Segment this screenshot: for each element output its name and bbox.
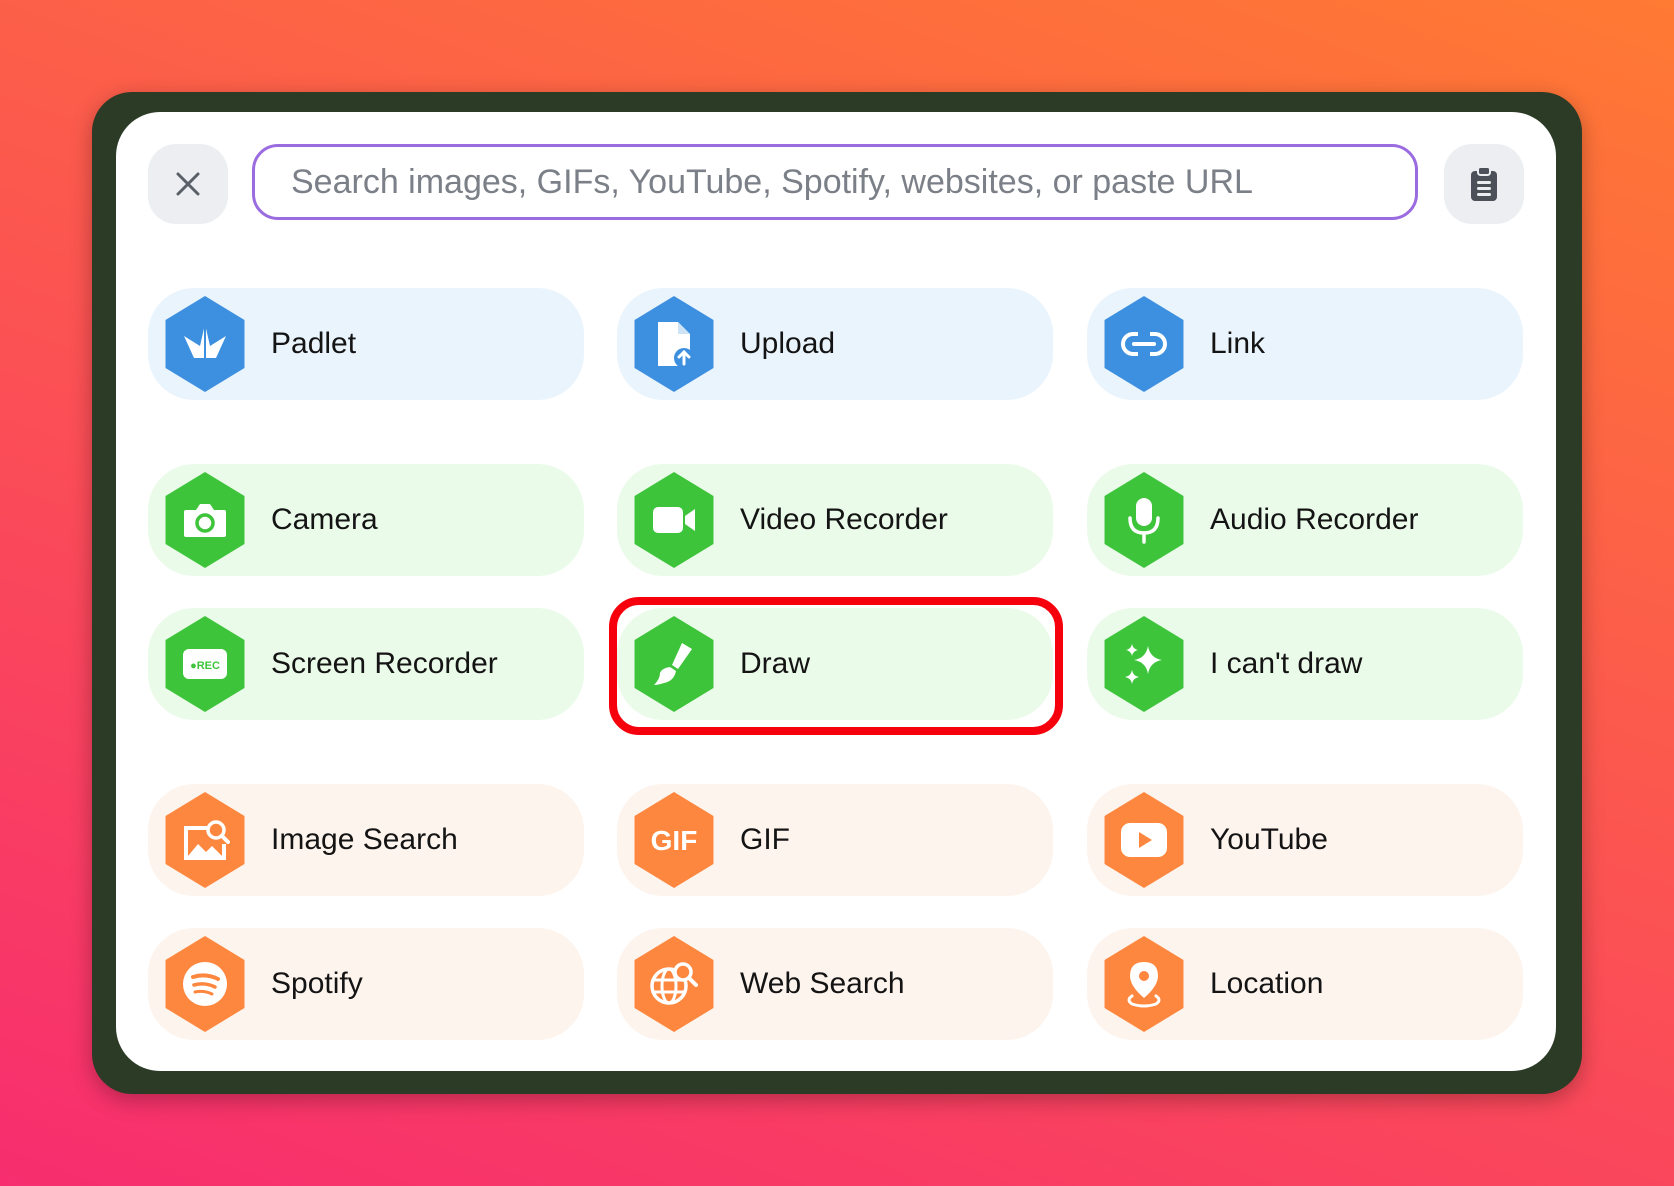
tile-upload[interactable]: Upload — [617, 288, 1053, 400]
tile-label: Screen Recorder — [271, 647, 498, 680]
spotify-icon — [165, 936, 245, 1032]
tile-audio-recorder[interactable]: Audio Recorder — [1087, 464, 1523, 576]
camera-icon — [165, 472, 245, 568]
tile-web-search[interactable]: Web Search — [617, 928, 1053, 1040]
tile-image-search[interactable]: Image Search — [148, 784, 584, 896]
tile-gif[interactable]: GIF GIF — [617, 784, 1053, 896]
video-camera-icon — [634, 472, 714, 568]
web-search-icon — [634, 936, 714, 1032]
tile-label: Spotify — [271, 967, 363, 1000]
tile-label: YouTube — [1210, 823, 1328, 856]
paste-clipboard-button[interactable] — [1444, 144, 1524, 224]
padlet-crane-icon — [165, 296, 245, 392]
tile-label: Draw — [740, 647, 811, 680]
sparkles-icon — [1104, 616, 1184, 712]
tile-spotify[interactable]: Spotify — [148, 928, 584, 1040]
tile-label: Web Search — [740, 967, 905, 1000]
search-field[interactable] — [252, 144, 1418, 220]
svg-text:GIF: GIF — [651, 825, 698, 856]
tile-label: GIF — [740, 823, 790, 856]
tile-label: Camera — [271, 503, 378, 536]
search-input[interactable] — [289, 161, 1381, 203]
svg-text:●REC: ●REC — [190, 660, 220, 672]
link-icon — [1104, 296, 1184, 392]
tile-padlet[interactable]: Padlet — [148, 288, 584, 400]
clipboard-icon — [1469, 166, 1499, 202]
tile-camera[interactable]: Camera — [148, 464, 584, 576]
tile-link[interactable]: Link — [1087, 288, 1523, 400]
tile-label: Location — [1210, 967, 1324, 1000]
tile-video-recorder[interactable]: Video Recorder — [617, 464, 1053, 576]
tile-i-cant-draw[interactable]: I can't draw — [1087, 608, 1523, 720]
tile-label: Audio Recorder — [1210, 503, 1419, 536]
close-icon — [173, 169, 203, 199]
close-button[interactable] — [148, 144, 228, 224]
tile-label: Link — [1210, 327, 1266, 360]
tile-screen-recorder[interactable]: ●REC Screen Recorder — [148, 608, 584, 720]
tile-label: Video Recorder — [740, 503, 948, 536]
tile-location[interactable]: Location — [1087, 928, 1523, 1040]
image-search-icon — [165, 792, 245, 888]
tile-label: Padlet — [271, 327, 357, 360]
upload-file-icon — [634, 296, 714, 392]
microphone-icon — [1104, 472, 1184, 568]
screen-rec-icon: ●REC — [165, 616, 245, 712]
gif-icon: GIF — [634, 792, 714, 888]
tile-label: I can't draw — [1210, 647, 1363, 680]
youtube-icon — [1104, 792, 1184, 888]
tile-youtube[interactable]: YouTube — [1087, 784, 1523, 896]
location-pin-icon — [1104, 936, 1184, 1032]
tile-draw[interactable]: Draw — [617, 608, 1053, 720]
tile-label: Upload — [740, 327, 836, 360]
paintbrush-icon — [634, 616, 714, 712]
tile-label: Image Search — [271, 823, 458, 856]
